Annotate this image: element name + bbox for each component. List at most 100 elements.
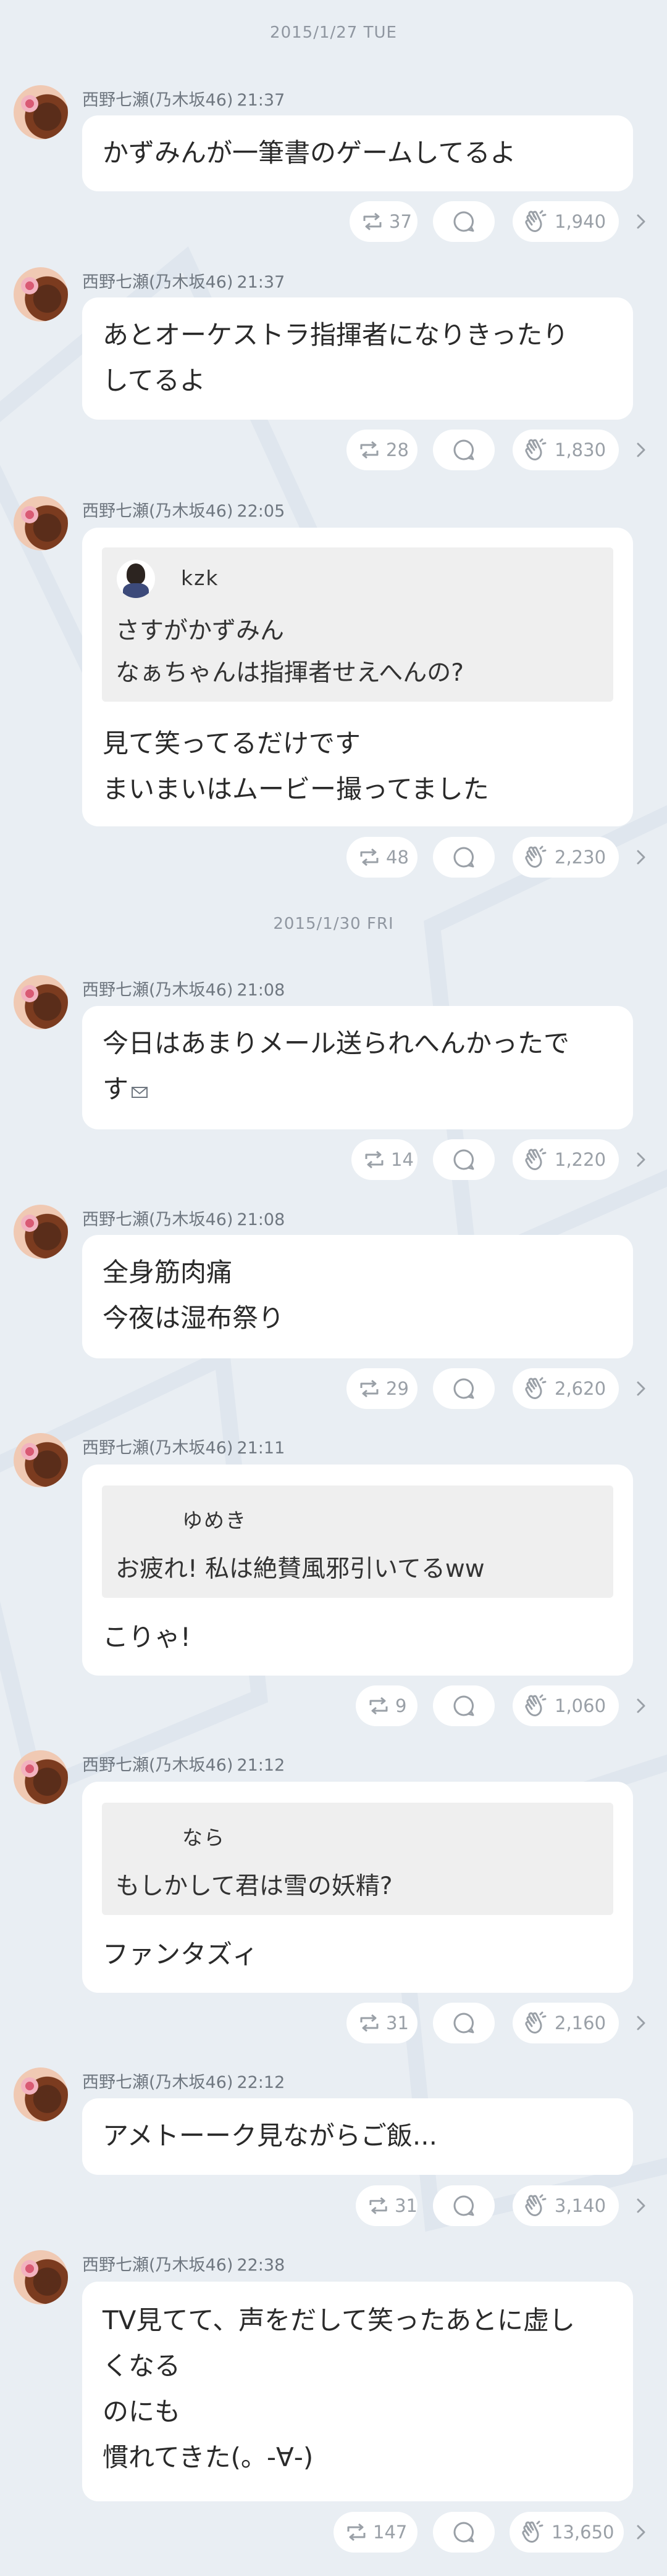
comment-icon	[453, 2195, 474, 2216]
message-line: のにも	[103, 2396, 181, 2427]
quoted-name: なら	[182, 1826, 225, 1850]
avatar[interactable]	[14, 496, 68, 551]
sender-name: 西野七瀬(乃木坂46)	[82, 1439, 233, 1458]
sender-name: 西野七瀬(乃木坂46)	[82, 91, 233, 110]
comment-button[interactable]	[433, 430, 495, 470]
chevron-right-icon[interactable]	[634, 1376, 648, 1401]
message-bubble: 全身筋肉痛 今夜は湿布祭り	[82, 1235, 633, 1358]
post-time: 21:37	[237, 91, 285, 110]
chevron-right-icon[interactable]	[634, 1147, 648, 1172]
avatar[interactable]	[14, 1433, 68, 1487]
message-line: かずみんが一筆書のゲームしてるよ	[103, 138, 516, 168]
quoted-message[interactable]: ゆめき お疲れ! 私は絶賛風邪引いてるww	[102, 1485, 613, 1598]
comment-button[interactable]	[433, 2185, 495, 2226]
comment-icon	[453, 2013, 474, 2034]
avatar[interactable]	[14, 2250, 68, 2304]
repost-icon	[347, 2523, 366, 2541]
repost-button[interactable]: 147	[334, 2512, 417, 2553]
repost-count: 14	[391, 1149, 414, 1170]
chevron-right-icon[interactable]	[634, 845, 648, 870]
comment-icon	[453, 1149, 474, 1170]
avatar[interactable]	[14, 2067, 68, 2122]
comment-button[interactable]	[433, 201, 495, 242]
chevron-right-icon[interactable]	[634, 438, 648, 462]
repost-button[interactable]: 14	[351, 1139, 417, 1180]
comment-button[interactable]	[433, 2003, 495, 2043]
like-button[interactable]: 1,940	[513, 201, 619, 242]
quoted-message[interactable]: kzk さすがかずみん なぁちゃんは指揮者せえへんの?	[102, 547, 613, 702]
message-line: アメトーーク見ながらご飯...	[103, 2121, 437, 2151]
comment-icon	[453, 1378, 474, 1399]
message-line: まいまいはムービー撮ってました	[103, 774, 489, 804]
message-line: 全身筋肉痛	[103, 1257, 233, 1287]
quoted-message[interactable]: なら もしかして君は雪の妖精?	[102, 1803, 613, 1915]
post-meta: 西野七瀬(乃木坂46) 21:08	[82, 976, 285, 1000]
sender-name: 西野七瀬(乃木坂46)	[82, 2256, 233, 2275]
comment-button[interactable]	[433, 1368, 495, 1409]
post-time: 21:08	[237, 981, 285, 1000]
post-meta: 西野七瀬(乃木坂46) 21:37	[82, 268, 285, 293]
chevron-right-icon[interactable]	[634, 209, 648, 234]
repost-button[interactable]: 28	[346, 430, 417, 470]
avatar[interactable]	[14, 85, 68, 139]
post-meta: 西野七瀬(乃木坂46) 21:11	[82, 1434, 285, 1458]
repost-button[interactable]: 37	[350, 201, 417, 242]
like-button[interactable]: 1,060	[513, 1685, 619, 1726]
repost-count: 48	[386, 847, 409, 868]
avatar[interactable]	[14, 267, 68, 322]
sender-name: 西野七瀬(乃木坂46)	[82, 502, 233, 521]
repost-icon	[365, 1150, 384, 1169]
message-line: 見て笑ってるだけです	[103, 728, 361, 758]
chevron-right-icon[interactable]	[634, 1693, 648, 1718]
repost-count: 31	[386, 2013, 409, 2034]
sender-name: 西野七瀬(乃木坂46)	[82, 1210, 233, 1229]
chevron-right-icon[interactable]	[634, 2011, 648, 2035]
repost-icon	[369, 2197, 387, 2214]
message-line: こりゃ!	[103, 1622, 191, 1652]
message-bubble: TV見てて、声をだして笑ったあとに虚し くなる のにも 慣れてきた(。-∀-)	[82, 2282, 633, 2501]
chevron-right-icon[interactable]	[634, 2520, 648, 2545]
like-button[interactable]: 2,160	[513, 2003, 619, 2043]
comment-icon	[453, 2522, 474, 2543]
chevron-right-icon[interactable]	[634, 2193, 648, 2218]
message-bubble: かずみんが一筆書のゲームしてるよ	[82, 115, 633, 191]
comment-button[interactable]	[433, 837, 495, 878]
like-button[interactable]: 1,830	[513, 430, 619, 470]
post-meta: 西野七瀬(乃木坂46) 21:12	[82, 1751, 285, 1776]
message-bubble: なら もしかして君は雪の妖精? ファンタズィ	[82, 1782, 633, 1993]
repost-button[interactable]: 31	[356, 2185, 417, 2226]
like-button[interactable]: 2,620	[513, 1368, 619, 1409]
post-meta: 西野七瀬(乃木坂46) 21:08	[82, 1206, 285, 1230]
avatar[interactable]	[14, 975, 68, 1029]
repost-icon	[363, 212, 382, 231]
comment-button[interactable]	[433, 1685, 495, 1726]
repost-button[interactable]: 31	[346, 2003, 417, 2043]
like-button[interactable]: 3,140	[513, 2185, 619, 2226]
repost-count: 31	[395, 2195, 417, 2216]
quoted-name: kzk	[181, 566, 219, 590]
sender-name: 西野七瀬(乃木坂46)	[82, 1756, 233, 1775]
comment-icon	[453, 847, 474, 868]
sender-name: 西野七瀬(乃木坂46)	[82, 2073, 233, 2092]
like-button[interactable]: 1,220	[513, 1139, 619, 1180]
comment-button[interactable]	[433, 2512, 495, 2553]
repost-count: 37	[389, 211, 412, 232]
avatar[interactable]	[14, 1750, 68, 1805]
clap-icon	[525, 2011, 547, 2034]
repost-button[interactable]: 48	[346, 837, 417, 878]
like-count: 13,650	[552, 2522, 615, 2543]
repost-button[interactable]: 9	[356, 1685, 417, 1726]
avatar[interactable]	[14, 1205, 68, 1259]
like-button[interactable]: 2,230	[513, 837, 619, 878]
quoted-text: もしかして君は雪の妖精?	[115, 1872, 393, 1900]
clap-icon	[525, 1377, 547, 1399]
like-button[interactable]: 13,650	[510, 2512, 624, 2553]
message-line: してるよ	[103, 365, 206, 396]
date-separator: 2015/1/27 TUE	[270, 23, 397, 42]
repost-button[interactable]: 29	[346, 1368, 417, 1409]
quoted-text: さすがかずみん	[115, 617, 285, 645]
comment-button[interactable]	[433, 1139, 495, 1180]
post-time: 22:12	[237, 2073, 285, 2092]
repost-icon	[360, 1379, 379, 1398]
envelope-icon	[132, 1087, 148, 1098]
